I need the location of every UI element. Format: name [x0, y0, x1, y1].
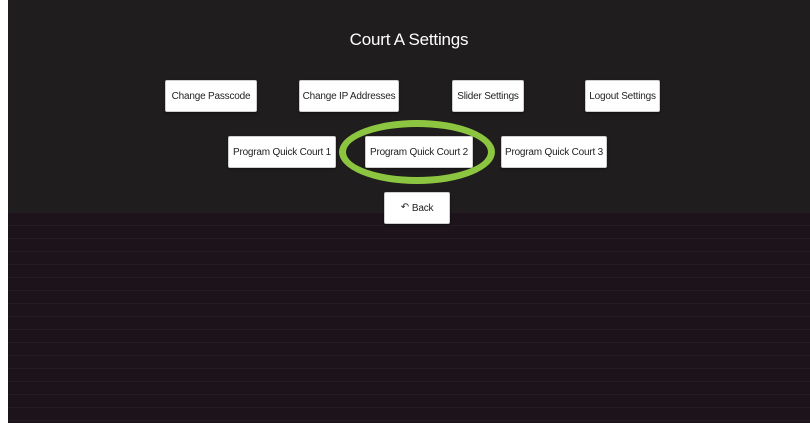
slider-settings-button[interactable]: Slider Settings — [452, 80, 524, 112]
program-quick-court-2-button[interactable]: Program Quick Court 2 — [365, 136, 473, 168]
change-passcode-button[interactable]: Change Passcode — [165, 80, 257, 112]
logout-settings-button[interactable]: Logout Settings — [585, 80, 660, 112]
page-title: Court A Settings — [349, 30, 469, 49]
settings-screen: Court A Settings Change Passcode Change … — [8, 0, 810, 423]
lower-panel — [8, 212, 810, 423]
back-label: Back — [411, 202, 434, 214]
program-quick-court-3-button[interactable]: Program Quick Court 3 — [501, 136, 607, 168]
back-button[interactable]: ↶ Back — [384, 192, 450, 224]
program-quick-court-1-button[interactable]: Program Quick Court 1 — [228, 136, 336, 168]
reply-arrow-icon: ↶ — [400, 202, 409, 213]
change-ip-addresses-button[interactable]: Change IP Addresses — [299, 80, 399, 112]
